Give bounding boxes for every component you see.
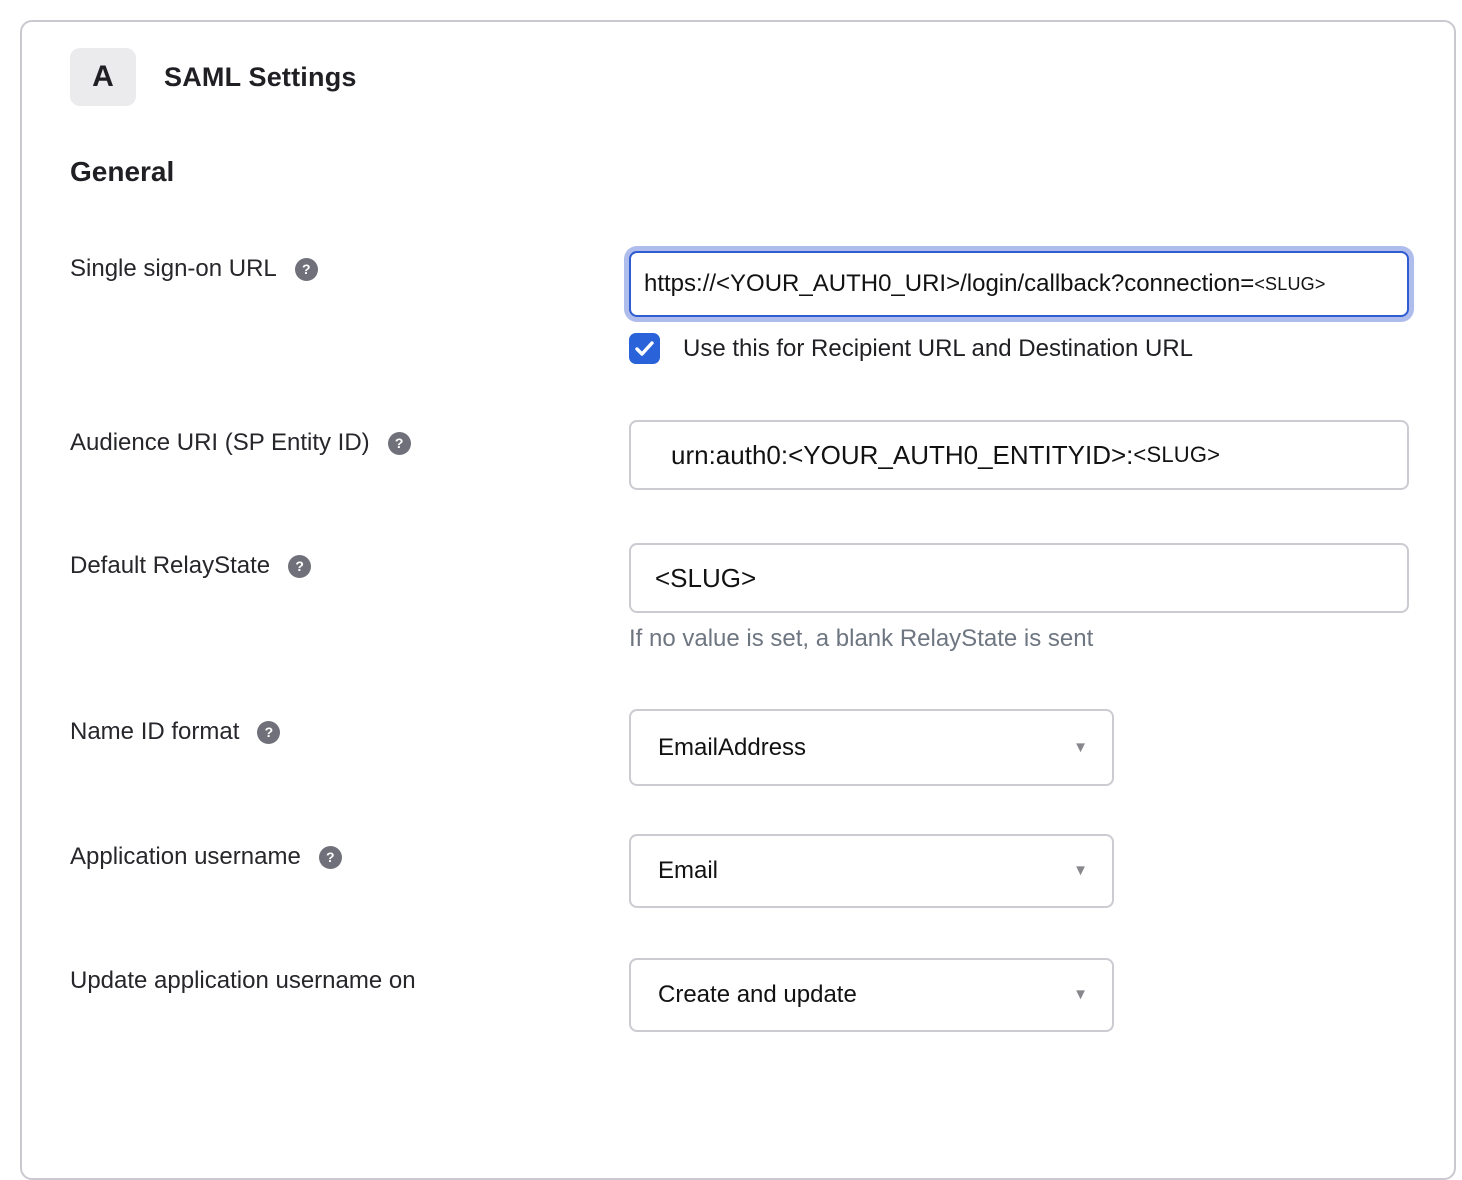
name-id-format-label: Name ID format — [70, 718, 239, 746]
audience-uri-input[interactable]: urn:auth0:<YOUR_AUTH0_ENTITYID>:<SLUG> — [629, 420, 1409, 490]
recipient-url-checkbox[interactable] — [629, 333, 660, 364]
help-icon[interactable]: ? — [295, 258, 318, 281]
relay-state-input[interactable]: <SLUG> — [629, 543, 1409, 613]
sso-url-row: Single sign-on URL ? https://<YOUR_AUTH0… — [70, 246, 1454, 364]
audience-uri-row: Audience URI (SP Entity ID) ? urn:auth0:… — [70, 420, 1454, 490]
chevron-down-icon: ▼ — [1073, 862, 1088, 879]
application-username-select[interactable]: Email ▼ — [629, 834, 1114, 908]
help-icon[interactable]: ? — [257, 721, 280, 744]
general-section-heading: General — [70, 156, 1454, 188]
application-username-value: Email — [658, 857, 718, 885]
name-id-format-row: Name ID format ? EmailAddress ▼ — [70, 709, 1454, 786]
section-letter-badge: A — [70, 48, 136, 106]
card-title: SAML Settings — [164, 62, 357, 93]
application-username-row: Application username ? Email ▼ — [70, 834, 1454, 908]
help-icon[interactable]: ? — [388, 432, 411, 455]
chevron-down-icon: ▼ — [1073, 739, 1088, 756]
audience-uri-label-group: Audience URI (SP Entity ID) ? — [70, 420, 629, 457]
update-username-value: Create and update — [658, 981, 857, 1009]
sso-url-label: Single sign-on URL — [70, 255, 277, 283]
name-id-format-select[interactable]: EmailAddress ▼ — [629, 709, 1114, 786]
audience-uri-value-slug: <SLUG> — [1133, 442, 1220, 468]
help-icon[interactable]: ? — [288, 555, 311, 578]
update-username-label-group: Update application username on — [70, 958, 629, 995]
update-username-select[interactable]: Create and update ▼ — [629, 958, 1114, 1032]
chevron-down-icon: ▼ — [1073, 986, 1088, 1003]
update-username-row: Update application username on Create an… — [70, 958, 1454, 1032]
name-id-format-label-group: Name ID format ? — [70, 709, 629, 746]
relay-state-helper-text: If no value is set, a blank RelayState i… — [629, 625, 1409, 653]
sso-url-value-slug: <SLUG> — [1254, 274, 1325, 295]
checkmark-icon — [635, 341, 654, 356]
relay-state-row: Default RelayState ? <SLUG> If no value … — [70, 543, 1454, 653]
application-username-label-group: Application username ? — [70, 834, 629, 871]
name-id-format-value: EmailAddress — [658, 734, 806, 762]
recipient-url-checkbox-row: Use this for Recipient URL and Destinati… — [629, 333, 1409, 364]
application-username-label: Application username — [70, 843, 301, 871]
sso-url-value: https://<YOUR_AUTH0_URI>/login/callback?… — [644, 270, 1254, 298]
relay-state-label-group: Default RelayState ? — [70, 543, 629, 580]
sso-url-label-group: Single sign-on URL ? — [70, 246, 629, 283]
card-header: A SAML Settings — [70, 48, 1454, 106]
sso-url-input[interactable]: https://<YOUR_AUTH0_URI>/login/callback?… — [629, 251, 1409, 317]
audience-uri-label: Audience URI (SP Entity ID) — [70, 429, 370, 457]
help-icon[interactable]: ? — [319, 846, 342, 869]
saml-settings-card: A SAML Settings General Single sign-on U… — [20, 20, 1456, 1180]
update-username-label: Update application username on — [70, 967, 416, 995]
recipient-url-checkbox-label[interactable]: Use this for Recipient URL and Destinati… — [683, 335, 1193, 363]
audience-uri-value: urn:auth0:<YOUR_AUTH0_ENTITYID>: — [671, 440, 1133, 471]
relay-state-value: <SLUG> — [655, 563, 756, 594]
relay-state-label: Default RelayState — [70, 552, 270, 580]
